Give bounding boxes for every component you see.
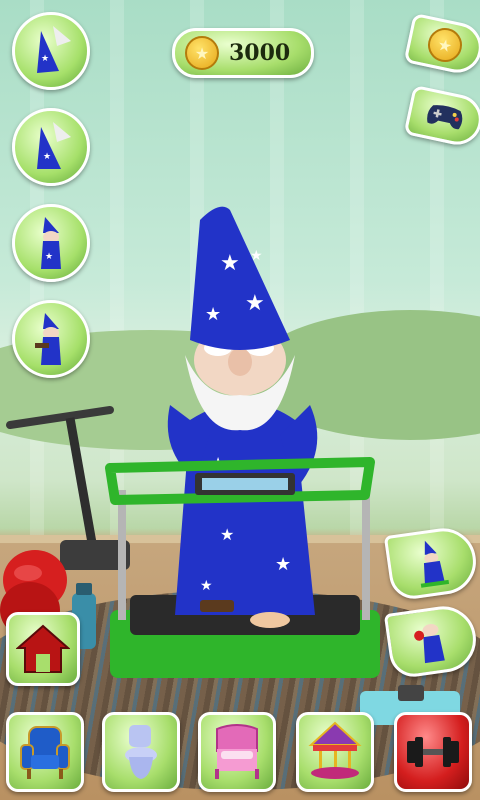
carousel-icon [308, 721, 362, 779]
coin-shop-button[interactable]: ★ [403, 12, 480, 78]
svg-text:★: ★ [220, 525, 234, 544]
svg-text:★: ★ [45, 252, 53, 262]
wizard-boxing-icon [414, 624, 445, 664]
dumbbell-icon [407, 737, 459, 767]
games-button[interactable] [403, 84, 480, 150]
outfit-button-1[interactable]: ★ [12, 12, 90, 90]
svg-text:★: ★ [205, 304, 221, 325]
gamepad-icon [427, 105, 463, 130]
coin-icon: ★ [185, 36, 219, 70]
wizard-outfit-icon: ★ [37, 122, 71, 169]
game-scene: ★ ★ ★ ★ ★ ★ ★ ★ ★ ★ 3000 ★ ★ ★ ★ [0, 0, 480, 800]
svg-text:★: ★ [41, 54, 49, 64]
outfit-button-4[interactable] [12, 300, 90, 378]
bed-icon [215, 724, 259, 779]
svg-text:★: ★ [200, 578, 213, 594]
svg-text:★: ★ [43, 152, 51, 162]
room-button-bathroom[interactable] [102, 712, 180, 792]
svg-text:★: ★ [250, 248, 263, 264]
room-button-living-room[interactable] [6, 712, 84, 792]
svg-text:★: ★ [275, 554, 291, 575]
toilet-icon [125, 725, 157, 779]
room-button-gym[interactable] [394, 712, 472, 792]
svg-text:★: ★ [245, 291, 265, 316]
svg-text:★: ★ [220, 251, 240, 276]
wizard-treadmill-icon [420, 540, 450, 588]
outfit-button-2[interactable]: ★ [12, 108, 90, 186]
coin-counter: ★ 3000 [172, 28, 314, 78]
outfit-button-3[interactable]: ★ [12, 204, 90, 282]
room-button-bedroom[interactable] [198, 712, 276, 792]
wizard-outfit-icon: ★ [37, 26, 71, 73]
wizard-outfit-icon [35, 313, 61, 365]
coin-count: 3000 [229, 40, 291, 66]
armchair-icon [20, 726, 70, 779]
window-stripe [430, 0, 444, 540]
home-button[interactable] [6, 612, 80, 686]
coin-icon: ★ [424, 24, 466, 66]
home-icon [16, 624, 70, 673]
wizard-outfit-icon: ★ [41, 217, 61, 269]
wizard-character[interactable]: ★ ★ ★ ★ ★ ★ ★ ★ ★ [100, 200, 390, 690]
room-button-playroom[interactable] [296, 712, 374, 792]
wizard-hat [190, 206, 290, 350]
